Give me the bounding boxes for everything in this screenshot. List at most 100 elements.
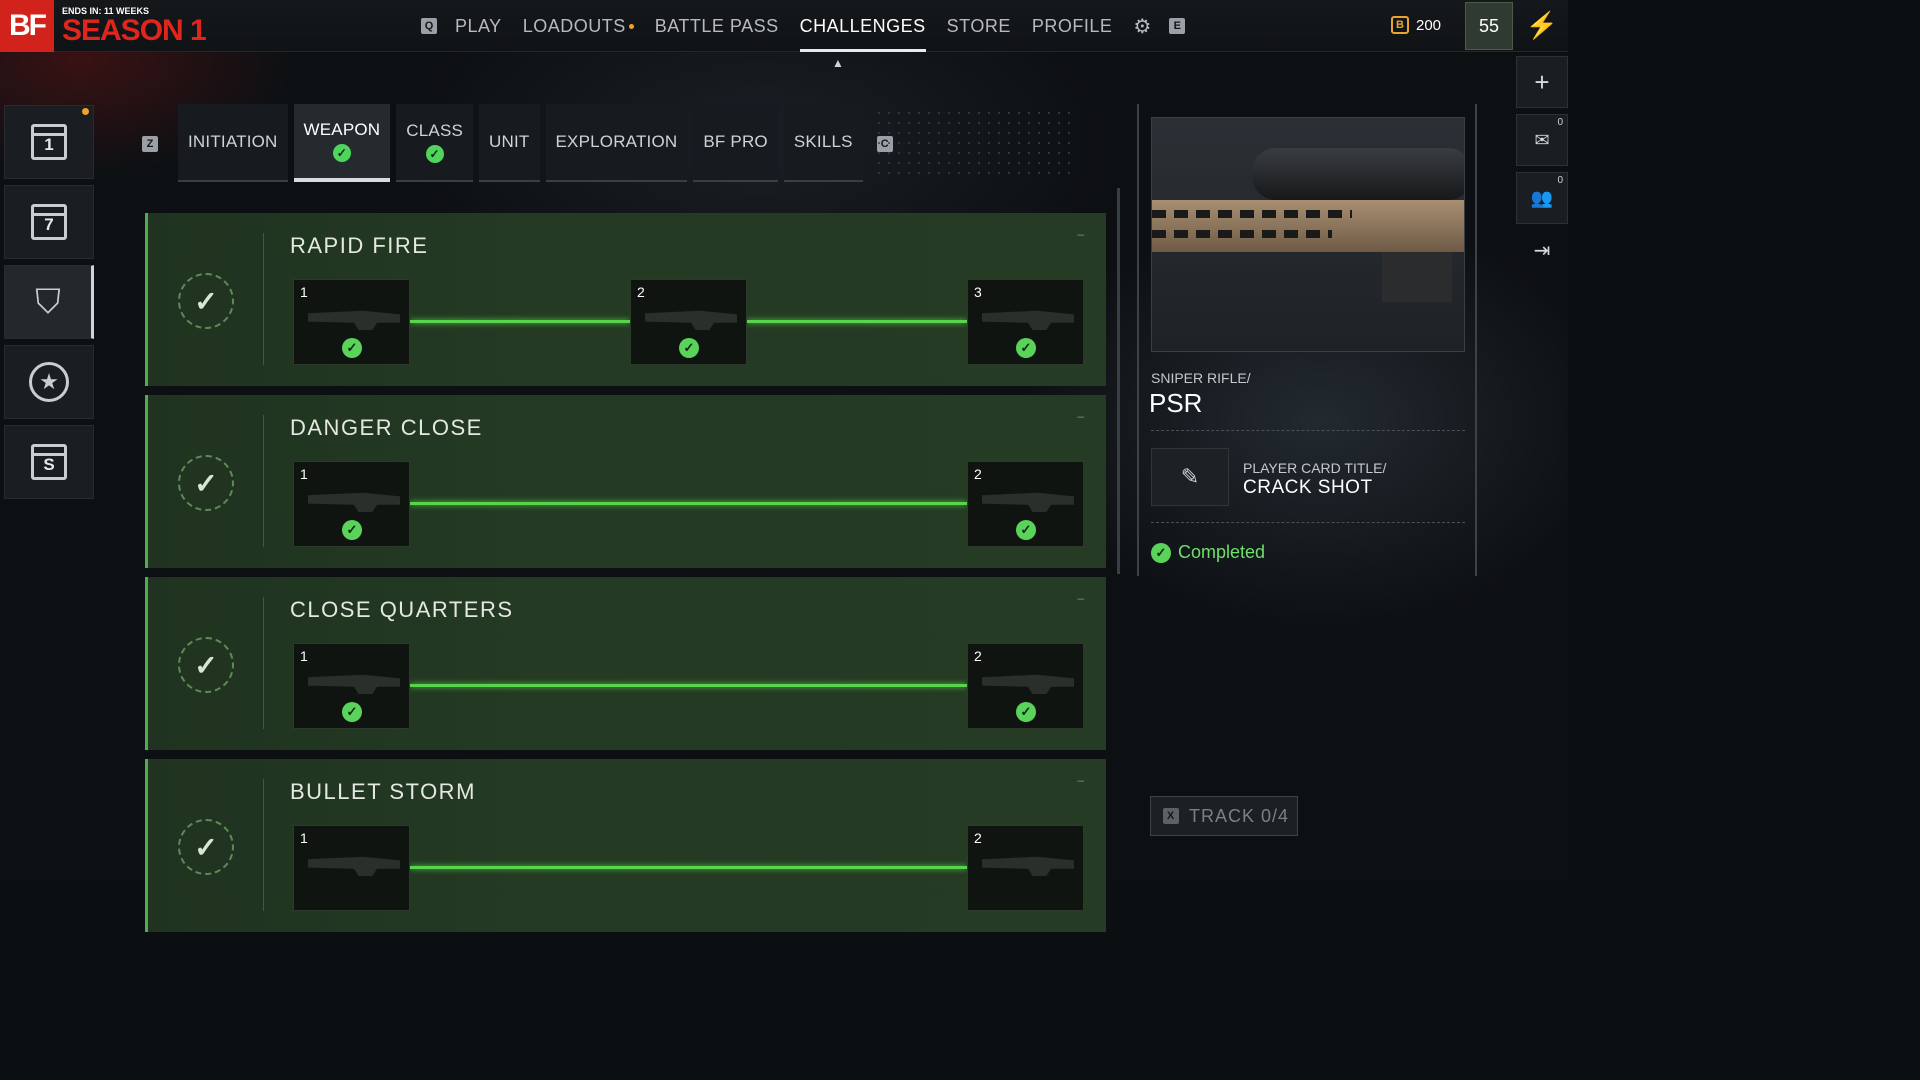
plus-icon: + [1534, 66, 1550, 97]
divider [1151, 430, 1465, 431]
tier-number: 2 [974, 466, 982, 482]
bf-logo[interactable]: BF [0, 0, 54, 52]
status-text: Completed [1178, 542, 1266, 562]
completed-medal-icon: ✓ [178, 819, 234, 875]
mail-button[interactable]: ✉ 0 [1516, 114, 1568, 166]
card-divider [263, 597, 264, 729]
card-divider [263, 233, 264, 365]
currency-amount: 200 [1416, 16, 1442, 34]
challenge-card-danger-close[interactable]: ✓ DANGER CLOSE – 1 ✓ 2 ✓ [145, 395, 1106, 568]
rifle-rail-shape [1152, 210, 1352, 218]
currency-icon: B [1391, 16, 1409, 34]
exit-arrow-icon: ⇥ [1533, 239, 1551, 262]
tier-number: 1 [300, 466, 308, 482]
tab-label: WEAPON [303, 120, 381, 139]
collapse-icon[interactable]: – [1077, 591, 1084, 605]
card-divider [263, 779, 264, 911]
squad-icon: 👥 [1530, 187, 1554, 208]
nav-play[interactable]: PLAY [455, 0, 502, 52]
check-icon: ✓ [1016, 520, 1036, 540]
tier-reward[interactable]: 2 ✓ [967, 461, 1084, 547]
weapon-preview-image [1151, 117, 1465, 352]
tier-reward[interactable]: 1 ✓ [293, 643, 410, 729]
tab-exploration[interactable]: EXPLORATION [545, 104, 688, 182]
sidebar-item-mastery[interactable]: ⛉ [4, 265, 94, 339]
check-icon: ✓ [342, 702, 362, 722]
check-icon: ✓ [332, 144, 351, 162]
sidebar-item-daily[interactable]: 1 [4, 105, 94, 179]
weapon-type-label: SNIPER RIFLE/ [1151, 370, 1251, 386]
track-button[interactable]: X TRACK 0/4 [1150, 796, 1298, 836]
tab-initiation[interactable]: INITIATION [178, 104, 288, 182]
tab-weapon[interactable]: WEAPON ✓ [293, 104, 391, 182]
challenge-title: BULLET STORM [290, 779, 476, 804]
nav-profile[interactable]: PROFILE [1032, 0, 1113, 52]
collapse-icon[interactable]: – [1077, 227, 1084, 241]
reward-type-label: PLAYER CARD TITLE/ [1243, 460, 1387, 476]
collapse-icon[interactable]: – [1077, 773, 1084, 787]
tab-label: BF PRO [703, 132, 768, 151]
tier-reward[interactable]: 2 ✓ [967, 643, 1084, 729]
divider [1151, 522, 1465, 523]
gear-icon[interactable]: ⚙ [1133, 14, 1151, 39]
daily-calendar-icon: 1 [31, 124, 67, 160]
currency-display[interactable]: B 200 [1391, 16, 1441, 34]
rank-wings-icon[interactable]: ⚡ [1520, 10, 1564, 42]
tab-unit[interactable]: UNIT [479, 104, 540, 182]
progress-line [410, 866, 967, 869]
player-level-badge[interactable]: 55 [1465, 2, 1513, 50]
tab-skills[interactable]: SKILLS [783, 104, 863, 182]
tier-reward[interactable]: 3 ✓ [967, 279, 1084, 365]
sidebar-notification-dot [82, 108, 89, 115]
sidebar-item-star[interactable]: ★ [4, 345, 94, 419]
nav-battle-pass[interactable]: BATTLE PASS [655, 0, 779, 52]
exit-button[interactable]: ⇥ [1516, 230, 1568, 270]
check-icon: ✓ [342, 520, 362, 540]
right-rail: + ✉ 0 👥 0 ⇥ [1516, 52, 1568, 270]
decorative-dot-grid [874, 108, 1074, 182]
nav-right-key-hint: E [1169, 18, 1186, 34]
nav-indicator-arrow-icon: ▲ [832, 56, 844, 70]
sidebar-item-season[interactable]: S [4, 425, 94, 499]
weapon-thumbnail-icon [308, 856, 400, 876]
season-calendar-icon: S [31, 444, 67, 480]
tab-bf-pro[interactable]: BF PRO [693, 104, 778, 182]
nav-store[interactable]: STORE [947, 0, 1011, 52]
top-bar: BF ENDS IN: 11 WEEKS SEASON 1 Q PLAY LOA… [0, 0, 1568, 52]
tier-reward[interactable]: 2 [967, 825, 1084, 911]
tab-label: INITIATION [188, 132, 278, 151]
progress-line [410, 684, 967, 687]
track-label: TRACK 0/4 [1189, 805, 1290, 826]
nav-loadouts[interactable]: LOADOUTS [523, 0, 634, 52]
squad-button[interactable]: 👥 0 [1516, 172, 1568, 224]
challenge-card-bullet-storm[interactable]: ✓ BULLET STORM – 1 2 [145, 759, 1106, 932]
tier-number: 2 [637, 284, 645, 300]
card-divider [263, 415, 264, 547]
category-tabs: Z INITIATION WEAPON ✓ CLASS ✓ UNIT EXPLO… [142, 104, 893, 182]
tier-reward[interactable]: 2 ✓ [630, 279, 747, 365]
shield-star-icon: ⛉ [35, 282, 61, 321]
challenge-card-close-quarters[interactable]: ✓ CLOSE QUARTERS – 1 ✓ 2 ✓ [145, 577, 1106, 750]
check-icon: ✓ [1016, 702, 1036, 722]
tab-class[interactable]: CLASS ✓ [396, 104, 474, 182]
sidebar-item-weekly[interactable]: 7 [4, 185, 94, 259]
tier-reward[interactable]: 1 [293, 825, 410, 911]
collapse-icon[interactable]: – [1077, 409, 1084, 423]
tab-label: EXPLORATION [555, 132, 678, 151]
weapon-thumbnail-icon [308, 310, 400, 330]
nav-challenges[interactable]: CHALLENGES [799, 0, 926, 52]
progress-line [410, 320, 630, 323]
weapon-name: PSR [1149, 388, 1203, 418]
tier-reward[interactable]: 1 ✓ [293, 279, 410, 365]
season-title[interactable]: SEASON 1 [62, 15, 207, 47]
add-button[interactable]: + [1516, 56, 1568, 108]
list-scrollbar[interactable] [1117, 188, 1120, 574]
weekly-calendar-icon: 7 [31, 204, 67, 240]
weapon-thumbnail-icon [982, 856, 1074, 876]
tier-reward[interactable]: 1 ✓ [293, 461, 410, 547]
challenge-title: CLOSE QUARTERS [290, 597, 514, 622]
nav-loadouts-label: LOADOUTS [522, 15, 626, 36]
weapon-thumbnail-icon [308, 492, 400, 512]
challenge-card-rapid-fire[interactable]: ✓ RAPID FIRE – 1 ✓ 2 ✓ 3 ✓ [145, 213, 1106, 386]
nav-left-key-hint: Q [421, 18, 437, 34]
